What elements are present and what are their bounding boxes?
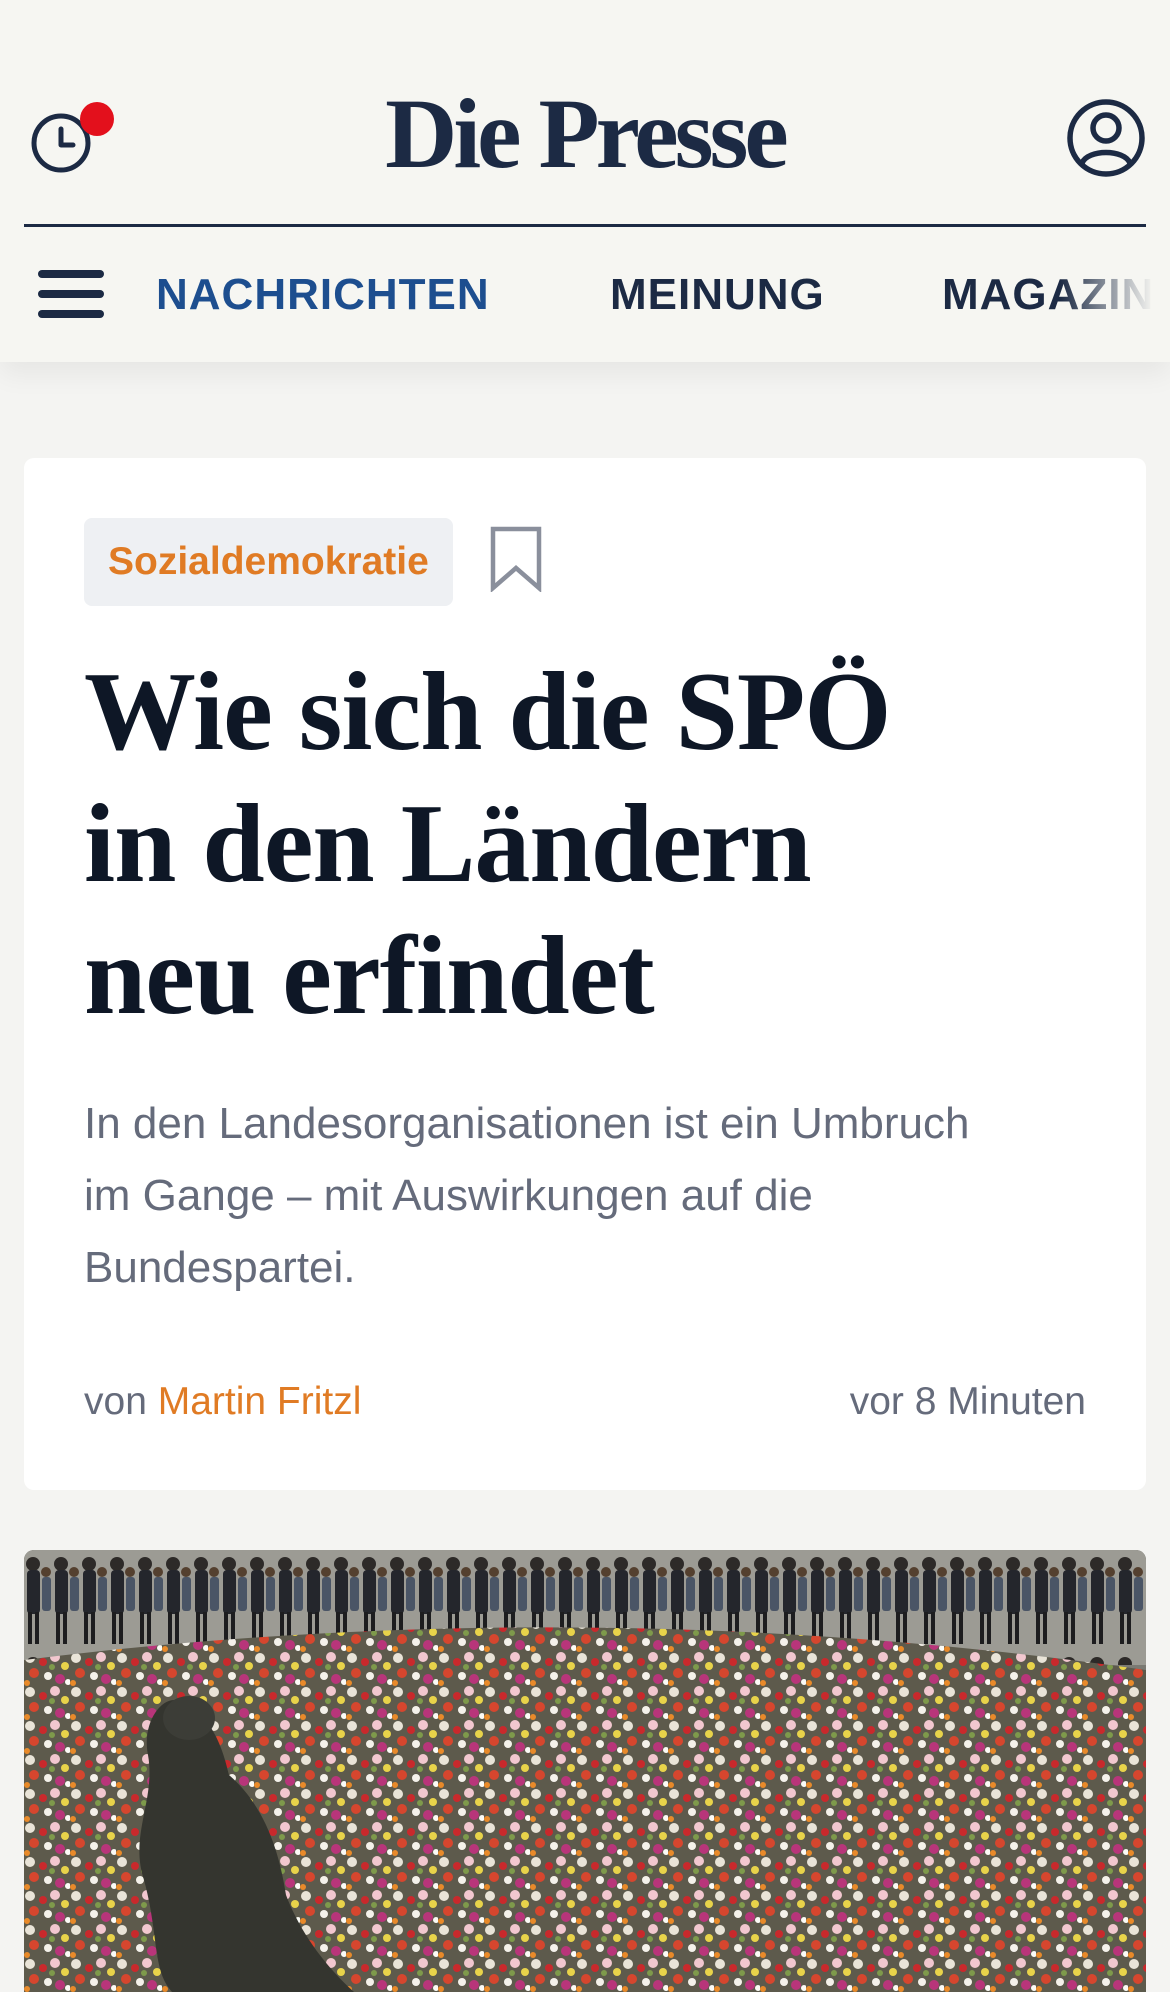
memorial-photo	[24, 1550, 1146, 1992]
user-account-icon	[1067, 99, 1145, 177]
hamburger-menu-icon[interactable]	[38, 266, 106, 322]
lead-line: Bundespartei.	[84, 1243, 356, 1292]
author-link[interactable]: Martin Fritzl	[158, 1380, 362, 1423]
next-article-image[interactable]	[24, 1550, 1146, 1992]
lead-line: im Gange – mit Auswirkungen auf die	[84, 1171, 813, 1220]
header-divider	[24, 224, 1146, 227]
notification-dot	[80, 102, 114, 136]
article-lead: In den Landesorganisationen ist ein Umbr…	[84, 1088, 1104, 1304]
nav-item-nachrichten[interactable]: NACHRICHTEN	[156, 264, 490, 326]
publish-time: vor 8 Minuten	[849, 1380, 1086, 1423]
site-header: Die Presse NACHRICHTEN MEINUNG MAGAZIN	[0, 0, 1170, 362]
topic-tag[interactable]: Sozialdemokratie	[84, 518, 453, 606]
article-teaser-card[interactable]: Sozialdemokratie Wie sich die SPÖ in den…	[24, 458, 1146, 1490]
headline-line: neu erfindet	[84, 914, 655, 1038]
section-navigation: NACHRICHTEN MEINUNG MAGAZIN	[156, 264, 1170, 326]
bookmark-button[interactable]	[490, 526, 546, 596]
nav-item-meinung[interactable]: MEINUNG	[610, 264, 825, 326]
headline-line: in den Ländern	[84, 782, 812, 906]
account-button[interactable]	[1064, 96, 1148, 180]
lead-line: In den Landesorganisationen ist ein Umbr…	[84, 1099, 970, 1148]
nav-scroll-fade	[1060, 264, 1170, 326]
site-logo[interactable]: Die Presse	[0, 74, 1170, 194]
bookmark-icon	[490, 526, 542, 593]
history-button[interactable]	[24, 94, 114, 178]
byline-prefix: von	[84, 1380, 147, 1423]
article-headline[interactable]: Wie sich die SPÖ in den Ländern neu erfi…	[84, 646, 984, 1042]
byline: von Martin Fritzl	[84, 1376, 361, 1428]
headline-line: Wie sich die SPÖ	[84, 650, 891, 774]
